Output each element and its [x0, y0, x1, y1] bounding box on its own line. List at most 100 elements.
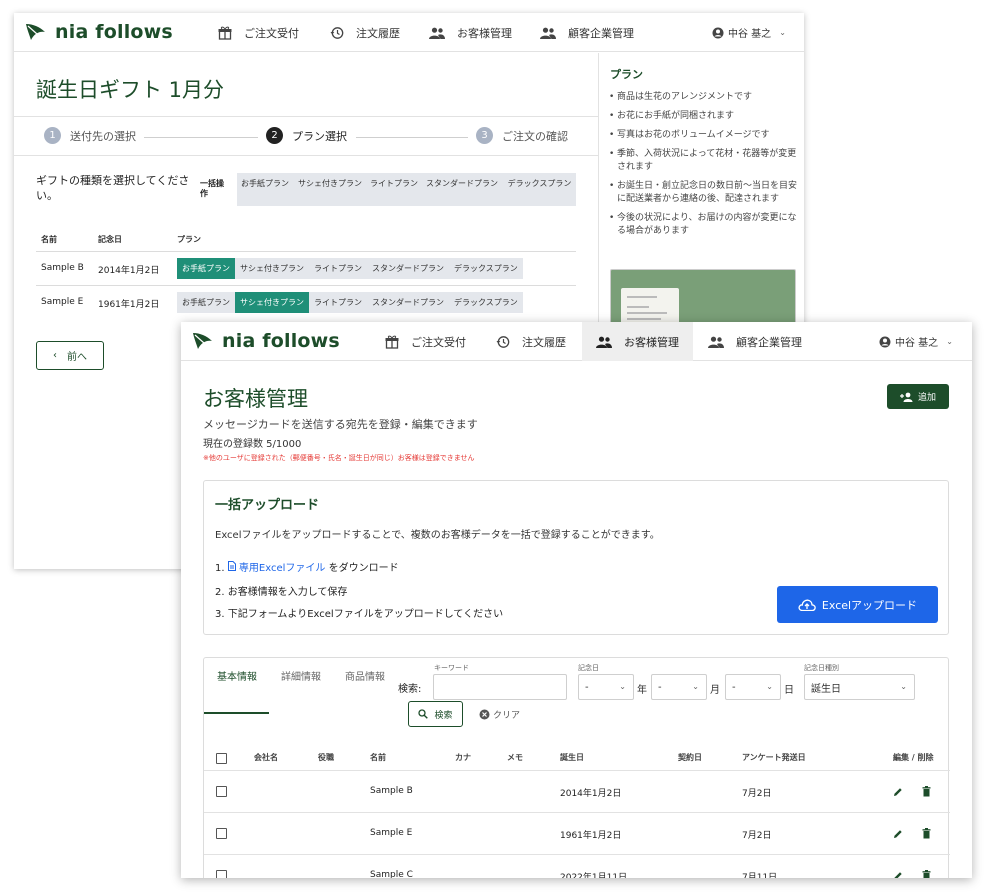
year-unit: 年	[637, 685, 647, 696]
clear-button[interactable]: クリア	[479, 708, 520, 721]
plan-option[interactable]: スタンダードプラン	[367, 292, 449, 313]
row-checkbox[interactable]	[216, 870, 227, 878]
row-name: Sample B	[370, 786, 413, 796]
row-birthday: 1961年1月2日	[560, 831, 622, 841]
chevron-down-icon: ⌄	[900, 682, 907, 691]
plan-option[interactable]: デラックスプラン	[449, 258, 523, 279]
keyword-label: キーワード	[434, 664, 469, 672]
nav-client-companies[interactable]: 顧客企業管理	[540, 13, 634, 52]
account-icon	[712, 27, 724, 38]
people-icon	[540, 27, 556, 39]
customers-window: nia follows ご注文受付 注文履歴 お客様管理 顧客企業管理 中谷 基…	[181, 322, 972, 878]
bulk-plan-option[interactable]: スタンダードプラン	[421, 173, 503, 206]
excel-template-link[interactable]: 専用Excelファイル	[227, 561, 329, 574]
month-select[interactable]: - ⌄	[651, 674, 707, 700]
plan-option[interactable]: スタンダードプラン	[367, 258, 449, 279]
row-checkbox[interactable]	[216, 828, 227, 839]
search-button[interactable]: 検索	[408, 701, 463, 727]
active-tab-indicator	[204, 712, 269, 714]
user-name: 中谷 基之	[728, 29, 772, 40]
bulk-plan-option[interactable]: デラックスプラン	[503, 173, 576, 206]
tab-detail[interactable]: 詳細情報	[281, 670, 321, 685]
col-header-survey-date: アンケート発送日	[742, 753, 806, 762]
plan-option[interactable]: デラックスプラン	[449, 292, 523, 313]
nav-order-entry[interactable]: ご注文受付	[385, 322, 466, 361]
top-nav: nia follows ご注文受付 注文履歴 お客様管理 顧客企業管理 中谷 基…	[14, 13, 804, 52]
plan-option[interactable]: ライトプラン	[309, 292, 367, 313]
gift-icon	[385, 335, 399, 349]
registration-warning: ※他のユーザに登録された（郵便番号・氏名・誕生日が同じ）お客様は登録できません	[203, 454, 475, 462]
day-select[interactable]: - ⌄	[725, 674, 781, 700]
user-menu[interactable]: 中谷 基之 ⌄	[879, 322, 953, 361]
divider	[36, 285, 576, 286]
nav-label: ご注文受付	[411, 335, 466, 349]
row-name: Sample C	[370, 870, 413, 878]
plan-option-selected[interactable]: サシェ付きプラン	[235, 292, 309, 313]
bulk-plan-option[interactable]: ライトプラン	[367, 173, 421, 206]
day-unit: 日	[784, 685, 794, 696]
upload-step-2: 2. お客様情報を入力して保存	[215, 587, 348, 598]
leaf-logo-icon	[193, 333, 212, 349]
row-name: Sample B	[41, 263, 84, 273]
nav-customers[interactable]: お客様管理	[582, 322, 693, 361]
step-suffix: をダウンロード	[328, 563, 399, 574]
clear-icon	[479, 709, 490, 720]
step-label: 送付先の選択	[70, 129, 136, 143]
add-customer-button[interactable]: 追加	[887, 384, 949, 409]
chevron-left-icon: ‹	[53, 350, 57, 361]
brand-logo[interactable]: nia follows	[25, 21, 173, 43]
delete-icon[interactable]	[922, 870, 931, 878]
nav-label: お客様管理	[624, 335, 679, 349]
people-icon	[708, 336, 724, 348]
tab-product[interactable]: 商品情報	[345, 670, 385, 685]
col-header-company: 会社名	[254, 753, 278, 762]
tab-basic[interactable]: 基本情報	[217, 670, 257, 685]
edit-icon[interactable]	[893, 787, 903, 797]
upload-step-1: 1. 専用Excelファイル をダウンロード	[215, 559, 399, 574]
nav-label: 顧客企業管理	[736, 335, 802, 349]
note-item: 商品は生花のアレンジメントです	[609, 91, 797, 104]
user-menu[interactable]: 中谷 基之 ⌄	[712, 13, 786, 52]
plan-option[interactable]: サシェ付きプラン	[235, 258, 309, 279]
bulk-plan-option[interactable]: お手紙プラン	[237, 173, 293, 206]
note-item: お誕生日・創立記念日の数日前〜当日を目安に配送業者から連絡の後、配達されます	[609, 180, 797, 206]
leaf-logo-icon	[26, 24, 45, 40]
select-all-checkbox[interactable]	[216, 753, 227, 764]
panel-title: プラン	[610, 68, 643, 81]
date-type-select[interactable]: 誕生日 ⌄	[804, 674, 915, 700]
delete-icon[interactable]	[922, 828, 931, 839]
people-icon	[596, 336, 612, 348]
brand-logo[interactable]: nia follows	[192, 330, 340, 352]
nav-client-companies[interactable]: 顧客企業管理	[708, 322, 802, 361]
step-2: 2 プラン選択	[266, 127, 347, 144]
edit-icon[interactable]	[893, 871, 903, 878]
bulk-plan-option[interactable]: サシェ付きプラン	[293, 173, 367, 206]
col-header-actions: 編集 / 削除	[893, 753, 934, 762]
plan-option[interactable]: お手紙プラン	[177, 292, 235, 313]
search-icon	[418, 709, 429, 719]
step-connector	[356, 137, 468, 138]
date-type-value: 誕生日	[811, 683, 841, 695]
divider	[204, 812, 950, 813]
nav-order-history[interactable]: 注文履歴	[330, 13, 400, 52]
nav-label: 注文履歴	[522, 335, 566, 349]
row-checkbox[interactable]	[216, 786, 227, 797]
user-name: 中谷 基之	[895, 338, 939, 349]
excel-upload-button[interactable]: Excelアップロード	[777, 586, 938, 623]
prev-button[interactable]: ‹ 前へ	[36, 341, 104, 370]
year-select[interactable]: - ⌄	[578, 674, 634, 700]
nav-order-history[interactable]: 注文履歴	[496, 322, 566, 361]
plan-option[interactable]: ライトプラン	[309, 258, 367, 279]
nav-label: ご注文受付	[244, 26, 299, 40]
nav-order-entry[interactable]: ご注文受付	[218, 13, 299, 52]
col-header-date: 記念日	[98, 235, 122, 244]
delete-icon[interactable]	[922, 786, 931, 797]
note-item: 季節、入荷状況によって花材・花器等が変更されます	[609, 148, 797, 174]
plan-option-selected[interactable]: お手紙プラン	[177, 258, 235, 279]
nav-customers[interactable]: お客様管理	[429, 13, 512, 52]
keyword-input[interactable]	[433, 674, 567, 700]
chevron-down-icon: ⌄	[946, 337, 953, 346]
step-number: 2	[266, 127, 283, 144]
page-title: お客様管理	[203, 387, 308, 411]
edit-icon[interactable]	[893, 829, 903, 839]
